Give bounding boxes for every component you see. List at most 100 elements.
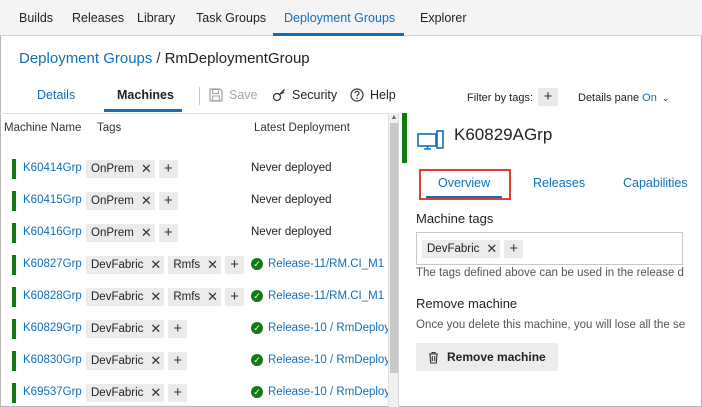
grid-scrollbar[interactable]: ▲ — [388, 113, 398, 407]
remove-tag-icon[interactable]: ✕ — [141, 224, 152, 242]
machine-name-link[interactable]: K60828Grp — [23, 290, 82, 302]
trash-icon — [429, 351, 438, 364]
latest-deployment: Never deployed — [251, 226, 332, 238]
nav-item-explorer[interactable]: Explorer — [420, 0, 467, 36]
remove-tag-icon[interactable]: ✕ — [207, 256, 218, 274]
table-row[interactable]: K60830Grp DevFabric ✕ + ✓ Release-10 / RmD… — [0, 345, 388, 377]
add-tag-button[interactable]: + — [168, 352, 188, 370]
latest-deployment-link[interactable]: ✓ Release-10 / RmDeploy — [251, 322, 388, 334]
filter-add-tag-button[interactable]: + — [538, 88, 558, 106]
security-icon — [272, 89, 285, 102]
machine-name-link[interactable]: K60827Grp — [23, 258, 82, 270]
details-pane-label: Details pane — [578, 92, 640, 104]
table-row[interactable]: K60828Grp DevFabric ✕ Rmfs ✕ + ✓ Release-11… — [0, 281, 388, 313]
latest-deployment-link[interactable]: ✓ Release-10 / RmDeploy — [251, 354, 388, 366]
remove-tag-icon[interactable]: ✕ — [150, 352, 161, 370]
machine-tags-input[interactable]: DevFabric ✕ + — [416, 232, 683, 265]
online-status-bar — [12, 223, 16, 243]
column-header-latest-deployment[interactable]: Latest Deployment — [254, 122, 350, 134]
tag-chip: Rmfs ✕ — [168, 256, 222, 274]
remove-tag-icon[interactable]: ✕ — [486, 240, 497, 258]
remove-machine-heading: Remove machine — [416, 296, 518, 311]
online-status-bar — [12, 159, 16, 179]
machine-name-link[interactable]: K60829Grp — [23, 322, 82, 334]
tag-label: DevFabric — [91, 355, 144, 367]
breadcrumb-deployment-groups[interactable]: Deployment Groups — [19, 50, 152, 67]
tag-chip: OnPrem ✕ — [86, 192, 155, 210]
success-check-icon: ✓ — [251, 354, 263, 366]
tab-machines[interactable]: Machines — [117, 88, 174, 102]
table-row[interactable]: K60414Grp OnPrem ✕ + Never deployed — [0, 153, 388, 185]
remove-tag-icon[interactable]: ✕ — [141, 192, 152, 210]
remove-machine-button[interactable]: Remove machine — [416, 343, 558, 371]
tag-chip: DevFabric ✕ — [86, 352, 165, 370]
remove-tag-icon[interactable]: ✕ — [150, 256, 161, 274]
tag-label: Rmfs — [173, 291, 201, 303]
top-nav: Builds Releases Library Task Groups Depl… — [0, 0, 702, 36]
add-tag-button[interactable]: + — [225, 288, 245, 306]
remove-tag-icon[interactable]: ✕ — [207, 288, 218, 306]
remove-tag-icon[interactable]: ✕ — [150, 320, 161, 338]
tag-chip: DevFabric ✕ — [422, 240, 501, 258]
add-tag-button[interactable]: + — [158, 160, 178, 178]
scroll-up-icon[interactable]: ▲ — [390, 113, 398, 123]
remove-tag-icon[interactable]: ✕ — [141, 160, 152, 178]
table-row[interactable]: K60829Grp DevFabric ✕ + ✓ Release-10 / RmD… — [0, 313, 388, 345]
tab-releases[interactable]: Releases — [533, 176, 585, 190]
scrollbar-thumb[interactable] — [390, 123, 398, 373]
latest-deployment-link[interactable]: ✓ Release-11/RM.CI_M1 — [251, 258, 384, 270]
table-row[interactable]: K60416Grp OnPrem ✕ + Never deployed — [0, 217, 388, 249]
tag-label: DevFabric — [91, 387, 144, 399]
tag-chip: DevFabric ✕ — [86, 384, 165, 402]
nav-item-deployment-groups[interactable]: Deployment Groups — [284, 0, 395, 36]
machine-name-link[interactable]: K69537Grp — [23, 386, 82, 398]
nav-item-task-groups[interactable]: Task Groups — [196, 0, 266, 36]
details-pane-toggle[interactable]: Details pane On ⌄ — [578, 92, 669, 104]
deployment-label: Release-10 / RmDeploy — [268, 354, 388, 366]
tab-details[interactable]: Details — [37, 88, 75, 102]
machine-name-link[interactable]: K60414Grp — [23, 162, 82, 174]
remove-machine-button-label: Remove machine — [447, 350, 546, 364]
table-row[interactable]: K60415Grp OnPrem ✕ + Never deployed — [0, 185, 388, 217]
table-row[interactable]: K69537Grp DevFabric ✕ + ✓ Release-10 / RmD… — [0, 377, 388, 407]
tab-capabilities[interactable]: Capabilities — [623, 176, 688, 190]
tags-helper-text: The tags defined above can be used in th… — [416, 267, 684, 279]
remove-tag-icon[interactable]: ✕ — [150, 288, 161, 306]
machine-name-link[interactable]: K60415Grp — [23, 194, 82, 206]
deployment-label: Release-11/RM.CI_M1 — [268, 258, 385, 270]
add-tag-button[interactable]: + — [504, 240, 524, 258]
nav-item-library[interactable]: Library — [137, 0, 175, 36]
latest-deployment-link[interactable]: ✓ Release-11/RM.CI_M1 — [251, 290, 384, 302]
tag-list: OnPrem ✕ + — [86, 160, 178, 178]
breadcrumb: Deployment Groups / RmDeploymentGroup — [19, 50, 310, 67]
nav-item-releases[interactable]: Releases — [72, 0, 124, 36]
add-tag-button[interactable]: + — [168, 320, 188, 338]
tag-chip: OnPrem ✕ — [86, 160, 155, 178]
add-tag-button[interactable]: + — [168, 384, 188, 402]
tag-label: OnPrem — [91, 163, 134, 175]
security-button[interactable]: Security — [272, 88, 337, 102]
breadcrumb-current: RmDeploymentGroup — [164, 50, 310, 67]
add-tag-button[interactable]: + — [158, 224, 178, 242]
toolbar-divider — [199, 87, 200, 105]
save-button[interactable]: Save — [209, 88, 258, 102]
remove-tag-icon[interactable]: ✕ — [150, 384, 161, 402]
tag-label: DevFabric — [91, 323, 144, 335]
machine-grid: K60414Grp OnPrem ✕ + Never deployed K6041… — [0, 143, 388, 407]
help-label: Help — [370, 88, 396, 102]
table-row[interactable]: K60827Grp DevFabric ✕ Rmfs ✕ + ✓ Release-11… — [0, 249, 388, 281]
help-button[interactable]: Help — [350, 88, 396, 102]
machine-name-link[interactable]: K60830Grp — [23, 354, 82, 366]
online-status-bar — [12, 191, 16, 211]
tag-list: DevFabric ✕ + — [86, 384, 188, 402]
tag-list: OnPrem ✕ + — [86, 224, 178, 242]
add-tag-button[interactable]: + — [225, 256, 245, 274]
add-tag-button[interactable]: + — [158, 192, 178, 210]
latest-deployment-link[interactable]: ✓ Release-10 / RmDeploy — [251, 386, 388, 398]
machine-name-link[interactable]: K60416Grp — [23, 226, 82, 238]
column-header-tags[interactable]: Tags — [97, 122, 121, 134]
nav-item-builds[interactable]: Builds — [19, 0, 53, 36]
filter-by-tags-label: Filter by tags: — [467, 92, 534, 104]
column-header-machine-name[interactable]: Machine Name — [4, 122, 81, 134]
online-status-bar — [12, 319, 16, 339]
